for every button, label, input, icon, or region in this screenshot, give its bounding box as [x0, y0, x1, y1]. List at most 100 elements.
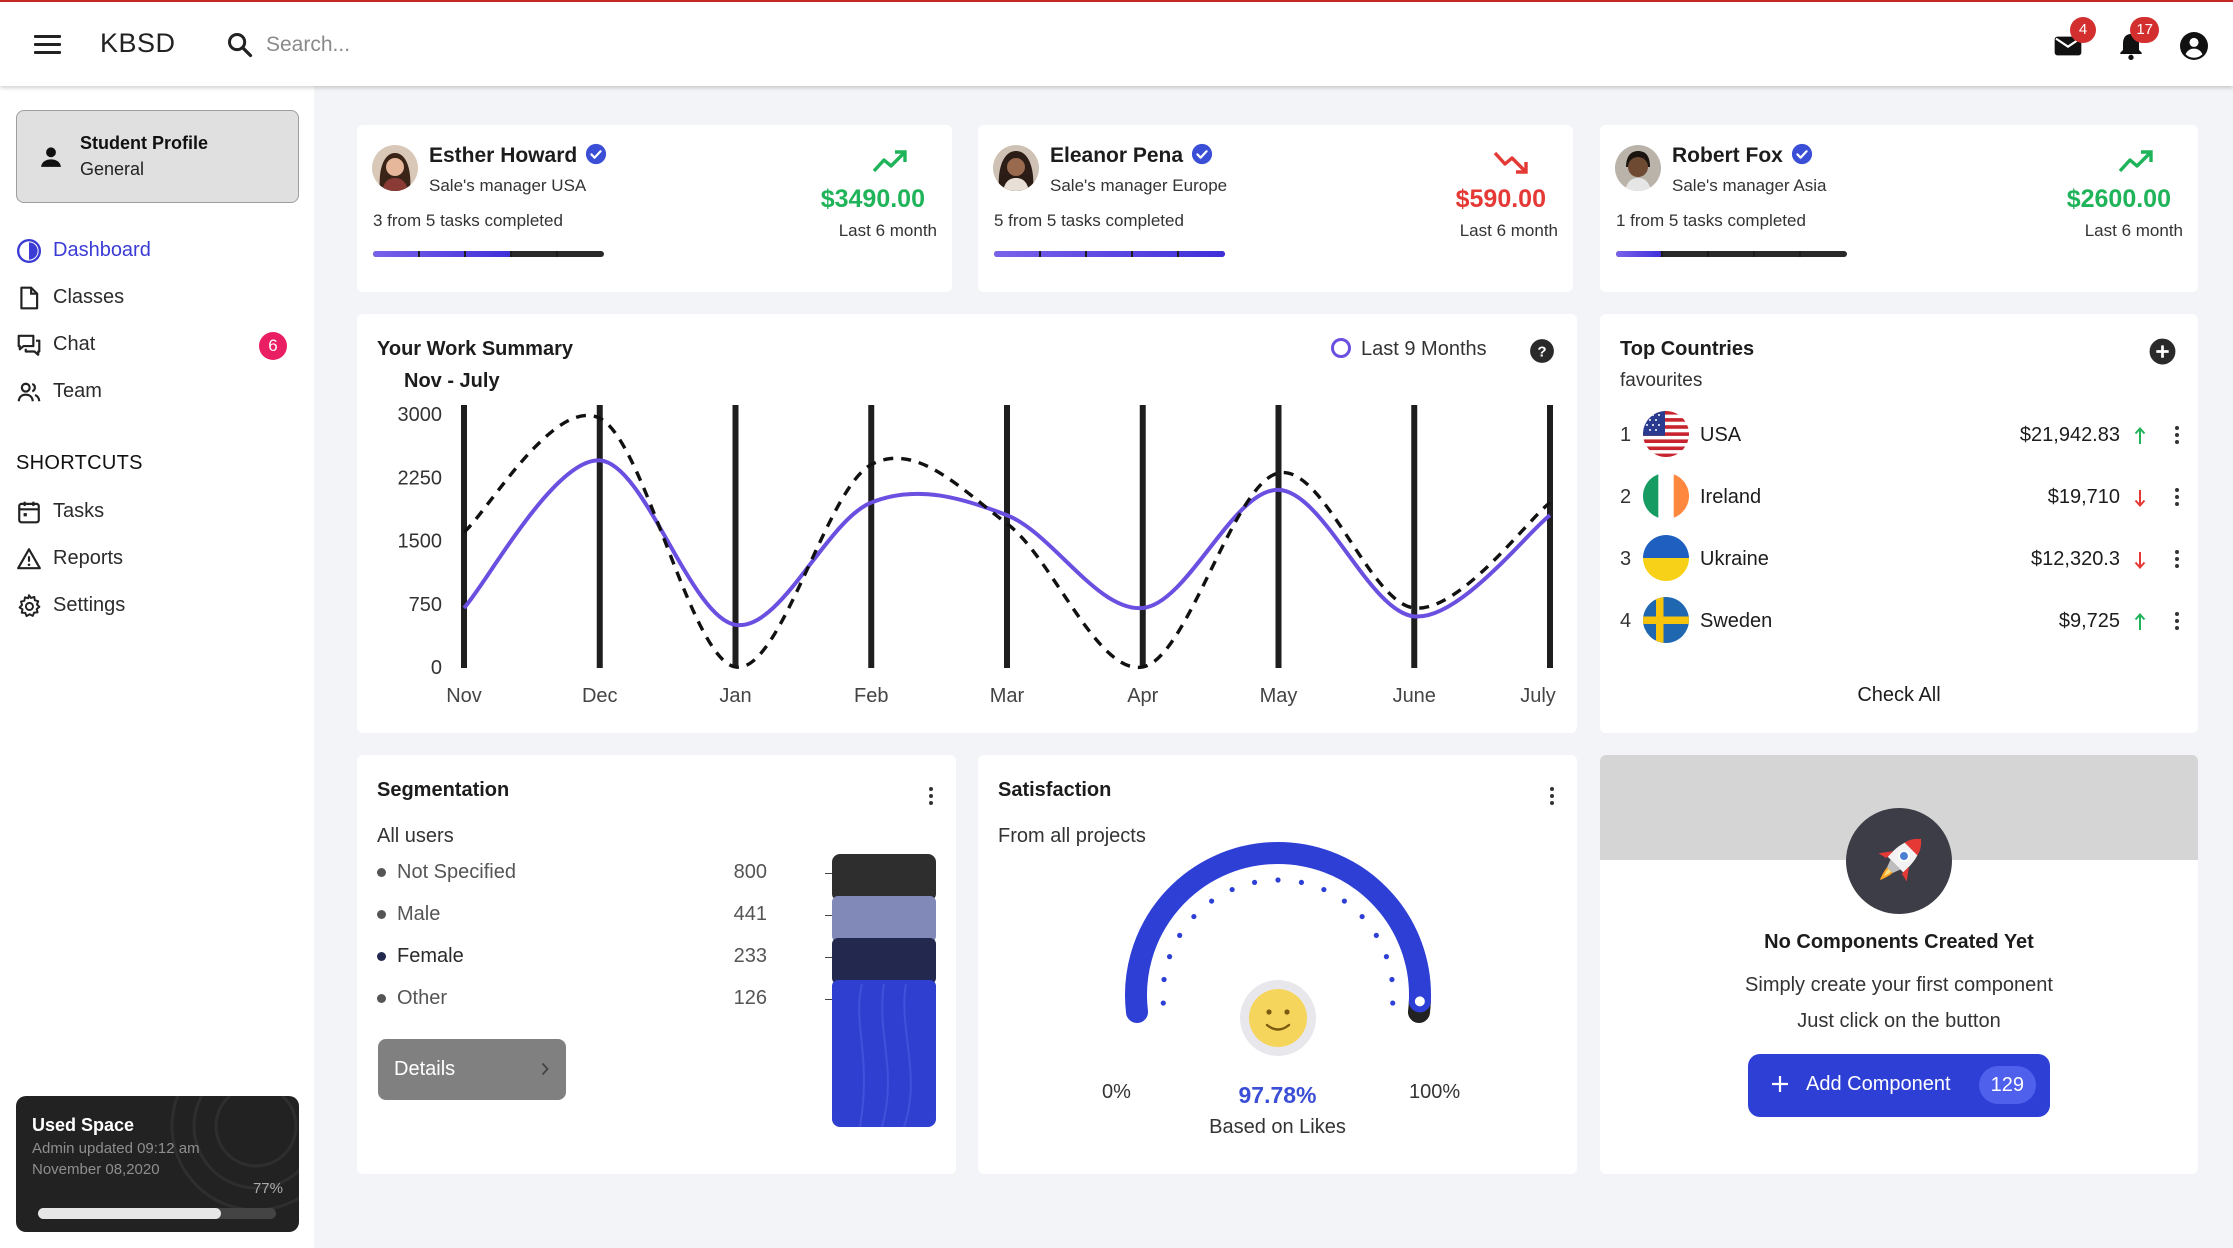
chat-icon — [17, 334, 41, 356]
tasks-progress — [1616, 251, 1847, 257]
add-circle-icon[interactable] — [2149, 338, 2176, 365]
segment-label: Other — [397, 987, 448, 1009]
more-vertical-icon[interactable] — [2174, 610, 2180, 632]
person-icon — [41, 147, 61, 167]
nav-team[interactable]: Team — [16, 374, 301, 410]
progress-tick — [1085, 251, 1087, 257]
empty-state-line: Just click on the button — [1797, 1010, 2001, 1032]
brand-name[interactable]: KBSD — [100, 28, 176, 59]
gauge-dot — [1373, 932, 1379, 938]
x-tick-label: May — [1260, 685, 1298, 707]
smiley-eye — [1266, 1009, 1272, 1015]
more-vertical-icon[interactable] — [2174, 486, 2180, 508]
country-amount: $12,320.3 — [2031, 548, 2120, 570]
x-tick-label: Jan — [719, 685, 751, 707]
gauge-dot — [1229, 886, 1235, 893]
calendar-icon — [18, 501, 40, 524]
menu-icon[interactable] — [34, 35, 61, 55]
sales-amount: $2600.00 — [2066, 185, 2171, 213]
period-selector[interactable]: Last 9 Months — [1331, 338, 1487, 361]
sales-amount: $3490.00 — [820, 185, 925, 213]
gauge-dot — [1161, 976, 1167, 983]
nav-chat[interactable]: Chat 6 — [16, 327, 301, 363]
segment-label: Male — [397, 903, 441, 925]
account-button[interactable] — [2178, 30, 2210, 62]
avatar[interactable] — [993, 145, 1039, 191]
help-icon[interactable]: ? — [1529, 338, 1555, 364]
arrow-up-icon — [2134, 427, 2146, 444]
category-bar — [1004, 405, 1010, 668]
ireland-flag-icon — [1643, 473, 1689, 519]
smiley-eye — [1284, 1009, 1290, 1015]
trending-up-icon — [872, 150, 907, 173]
sales-period: Last 6 month — [838, 221, 937, 240]
progress-tick — [510, 251, 512, 257]
country-row[interactable]: 3 Ukraine $12,320.3 — [1620, 535, 2185, 585]
used-space-progress-fill — [38, 1208, 222, 1219]
country-row[interactable]: 1 USA $21,942.83 — [1620, 411, 2185, 461]
more-vertical-icon[interactable] — [928, 785, 934, 807]
country-name: Ukraine — [1700, 548, 1769, 570]
used-space-updated: Admin updated 09:12 am — [32, 1140, 200, 1157]
segment-bar-other — [832, 980, 936, 1127]
check-all-link[interactable]: Check All — [1600, 684, 2198, 707]
segmentation-title: Segmentation — [377, 779, 510, 801]
progress-tick — [1707, 251, 1709, 257]
segment-label: Not Specified — [397, 861, 516, 883]
notifications-button[interactable]: 17 — [2115, 17, 2159, 62]
work-summary-chart: 3000 2250 1500 750 0Nov Dec Jan Feb Mar Apr May Jun… — [398, 404, 1556, 707]
x-tick-label: June — [1393, 685, 1436, 707]
student-profile-switcher[interactable]: Student Profile General — [16, 110, 299, 203]
avatar[interactable] — [372, 145, 418, 191]
details-button[interactable]: Details — [378, 1039, 566, 1100]
avatar[interactable] — [1615, 145, 1661, 191]
mail-button[interactable]: 4 — [2052, 17, 2096, 62]
shortcut-tasks[interactable]: Tasks — [16, 494, 301, 530]
segment-value: 233 — [733, 945, 767, 967]
arrow-down-icon — [2134, 552, 2146, 569]
search-icon — [227, 32, 253, 58]
person-role: Sale's manager Asia — [1672, 176, 1827, 195]
country-name: USA — [1700, 424, 1742, 446]
sales-amount: $590.00 — [1455, 185, 1546, 213]
person-name: Eleanor Pena — [1050, 143, 1213, 168]
progress-tick — [556, 251, 558, 257]
nav-classes[interactable]: Classes — [16, 280, 301, 316]
country-row[interactable]: 4 Sweden $9,725 — [1620, 597, 2185, 647]
nav-dashboard[interactable]: Dashboard — [16, 233, 301, 269]
country-row[interactable]: 2 Ireland $19,710 — [1620, 473, 2185, 523]
gauge-dot — [1359, 913, 1365, 920]
country-amount: $21,942.83 — [2019, 424, 2120, 446]
category-bar — [461, 405, 467, 668]
dashboard-icon — [16, 238, 42, 264]
shortcut-reports[interactable]: Reports — [16, 541, 301, 577]
more-vertical-icon[interactable] — [2174, 424, 2180, 446]
y-tick-label: 0 — [431, 657, 442, 679]
more-vertical-icon[interactable] — [2174, 548, 2180, 570]
category-bar — [1547, 405, 1553, 668]
radio-ring-icon — [1331, 338, 1351, 358]
chat-badge: 6 — [259, 332, 287, 360]
x-tick-label: Nov — [446, 685, 482, 707]
gauge-dot — [1321, 886, 1327, 893]
nav-label: Reports — [53, 547, 124, 569]
nav-label: Settings — [53, 594, 126, 616]
gauge-dot — [1177, 932, 1183, 938]
add-component-button[interactable]: Add Component 129 — [1748, 1054, 2050, 1117]
top-countries-card: Top Countries favourites 1 USA $21,942.8… — [1600, 314, 2198, 733]
shortcut-settings[interactable]: Settings — [16, 588, 301, 624]
search-input[interactable] — [266, 26, 686, 64]
y-tick-label: 1500 — [398, 531, 443, 553]
trending-down-icon — [1493, 151, 1528, 174]
tasks-progress-fill — [994, 251, 1225, 257]
usa-flag-icon — [1643, 411, 1689, 457]
y-tick-label: 3000 — [398, 404, 443, 426]
country-amount: $9,725 — [2058, 610, 2120, 632]
gauge-dot — [1341, 898, 1347, 904]
sales-period: Last 6 month — [1459, 221, 1558, 240]
notifications-badge: 17 — [2130, 17, 2159, 43]
gauge-dot — [1390, 1000, 1396, 1006]
top-bar: KBSD 4 17 — [0, 0, 2233, 86]
work-summary-card: 3000 2250 1500 750 0 Nov Dec Jan Feb Mar Apr May Jun… — [357, 314, 1577, 733]
progress-tick — [1753, 251, 1755, 257]
